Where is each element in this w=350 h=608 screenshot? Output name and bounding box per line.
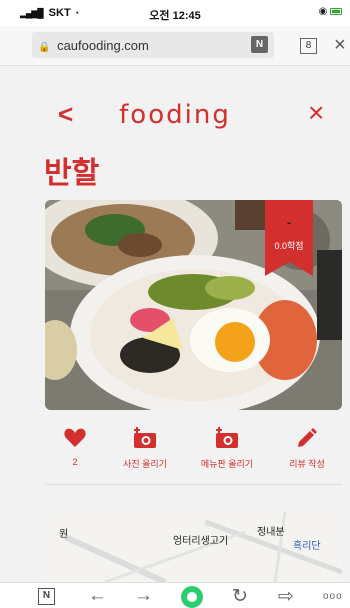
action-row: 2 사진 올리기 메뉴판 올리기 리뷰 작성 (45, 424, 342, 474)
battery-icon (330, 7, 342, 15)
ribbon-shape (265, 200, 313, 276)
status-icons: ◉ (318, 6, 342, 17)
refresh-icon[interactable]: ↻ (232, 585, 248, 608)
clock: 오전 12:45 (149, 10, 201, 22)
back-arrow-icon[interactable]: ← (88, 585, 107, 607)
upload-menu-button[interactable]: 메뉴판 올리기 (187, 424, 267, 470)
app-header: < fooding × (0, 92, 350, 138)
forward-arrow-icon[interactable]: → (134, 585, 153, 607)
lock-icon: 🔒 (38, 42, 51, 53)
location-map[interactable]: 원 엉터리생고기 정내분 흑리단 (45, 512, 342, 582)
url-text: caufooding.com (57, 38, 149, 53)
section-divider (45, 484, 342, 485)
write-review-button[interactable]: 리뷰 작성 (267, 424, 347, 470)
write-review-label: 리뷰 작성 (289, 459, 325, 469)
address-field[interactable]: 🔒 caufooding.com N (32, 32, 274, 58)
status-bar: ▂▄▆█ SKT ◔ 오전 12:45 ◉ (0, 0, 350, 26)
like-count: 2 (72, 457, 78, 467)
map-label: 흑리단 (293, 541, 321, 552)
more-icon[interactable]: ooo (323, 591, 343, 602)
close-icon[interactable]: × (334, 34, 346, 57)
green-dot-menu-icon[interactable] (181, 586, 203, 608)
map-label: 정내분 (257, 527, 285, 538)
naver-home-icon[interactable]: N (38, 588, 55, 605)
upload-photo-label: 사진 올리기 (123, 459, 167, 469)
map-label: 원 (59, 529, 69, 540)
rating-ribbon: - 0.0학점 (265, 200, 313, 276)
browser-bottom-bar: N ← → ↻ ⇨ ooo (0, 582, 350, 608)
like-button[interactable]: 2 (35, 424, 115, 467)
heart-icon (64, 428, 86, 447)
naver-add-icon[interactable]: N (251, 36, 268, 53)
alarm-icon: ◉ (318, 6, 328, 17)
pencil-icon (298, 428, 317, 447)
upload-menu-label: 메뉴판 올리기 (200, 459, 254, 469)
rating-score: 0.0학점 (274, 241, 304, 251)
browser-url-bar: 🔒 caufooding.com N 8 × (0, 26, 350, 66)
tab-count-button[interactable]: 8 (300, 38, 317, 54)
camera-plus-icon (134, 427, 156, 448)
upload-photo-button[interactable]: 사진 올리기 (105, 424, 185, 470)
app-logo[interactable]: fooding (0, 100, 350, 130)
map-label: 엉터리생고기 (173, 536, 229, 547)
restaurant-name: 반할 (44, 157, 100, 190)
close-button[interactable]: × (308, 97, 324, 129)
camera-plus-icon (216, 427, 238, 448)
rating-placeholder: - (287, 217, 291, 229)
share-icon[interactable]: ⇨ (278, 585, 294, 608)
